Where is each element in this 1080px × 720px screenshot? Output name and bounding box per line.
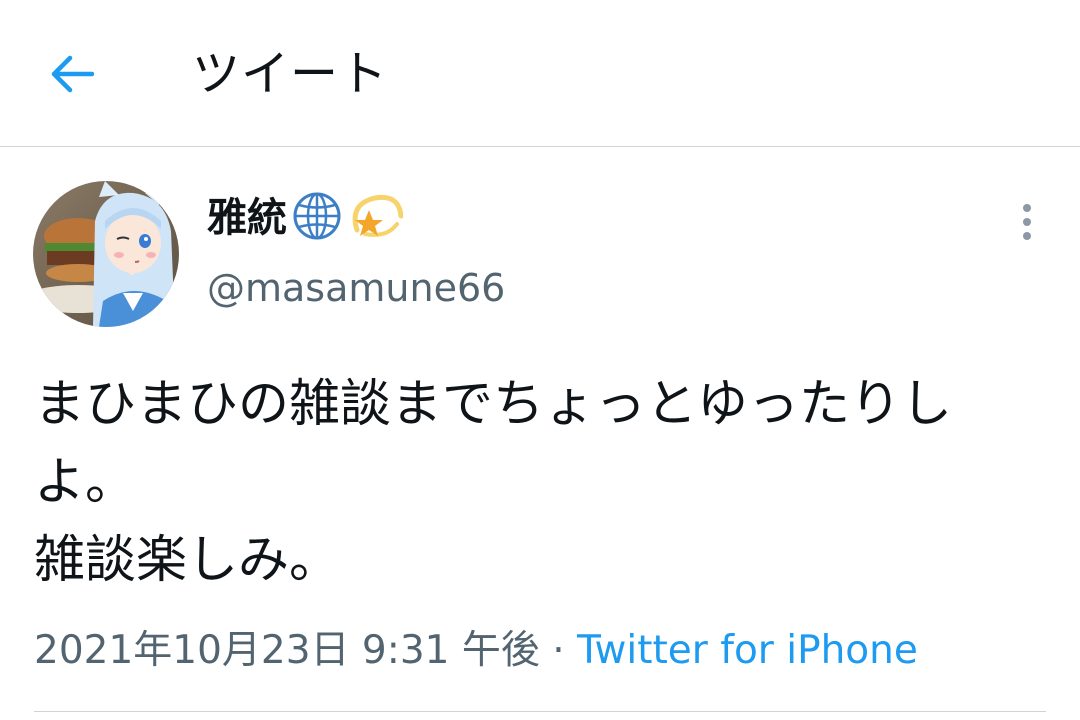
back-button[interactable] [40,42,104,106]
top-app-bar: ツイート [0,0,1080,147]
tweet-timestamp[interactable]: 2021年10月23日 9:31 午後 [34,628,540,673]
globe-icon [291,190,343,246]
tweet-detail-page: ツイート 雅統 @masamune66 まひまひの雑談までちょっとゆったりしよ。… [0,0,1080,720]
avatar-image [33,181,179,327]
dizzy-star-icon [347,190,404,246]
arrow-left-icon [51,55,94,93]
avatar[interactable] [33,181,179,327]
more-options-button[interactable] [1003,198,1051,246]
display-name-text: 雅統 [207,195,287,241]
tweet-source-link[interactable]: Twitter for iPhone [577,628,918,673]
author-handle[interactable]: @masamune66 [207,262,505,314]
tweet-metadata: 2021年10月23日 9:31 午後 · Twitter for iPhone [34,623,918,679]
divider [34,711,1046,712]
tweet-text: まひまひの雑談までちょっとゆったりしよ。 雑談楽しみ。 [34,375,953,590]
page-title: ツイート [192,46,389,102]
meta-separator: · [552,628,565,673]
author-display-name[interactable]: 雅統 [207,190,404,246]
more-vertical-icon [1023,204,1031,240]
